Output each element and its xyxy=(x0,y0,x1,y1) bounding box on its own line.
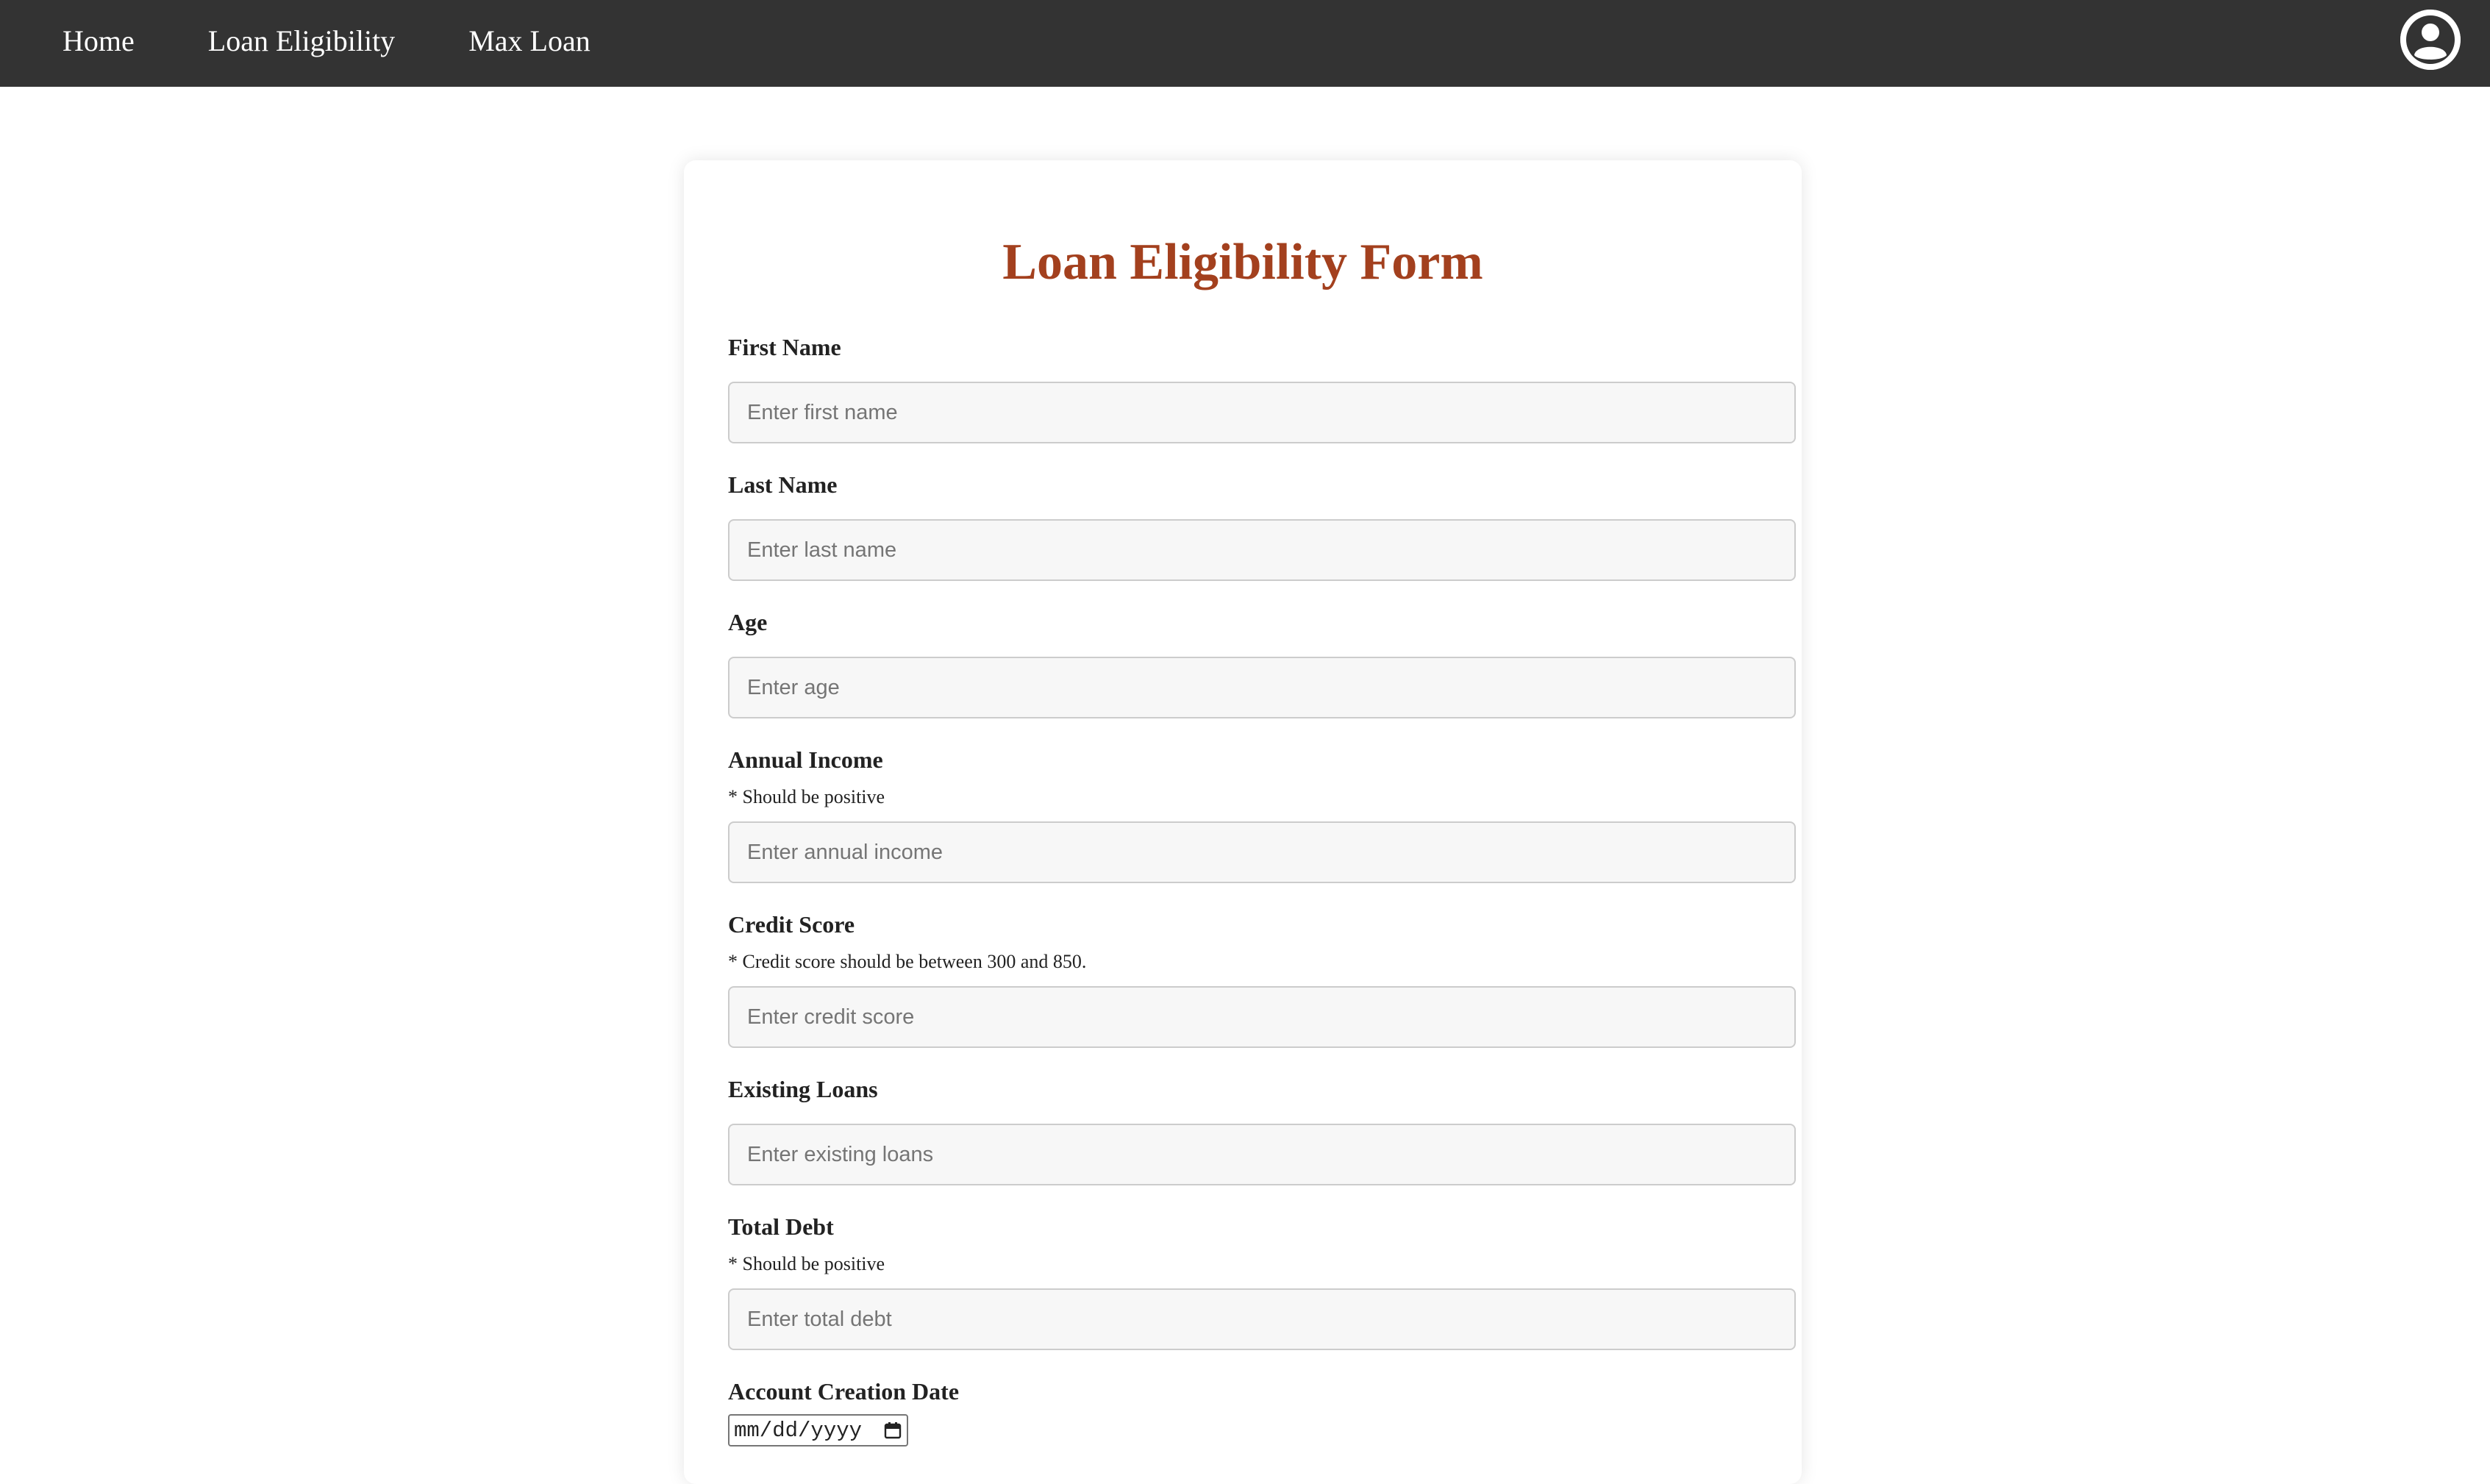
first-name-input[interactable] xyxy=(728,382,1796,443)
credit-score-note: * Credit score should be between 300 and… xyxy=(728,951,1087,972)
nav-link-loan-eligibility[interactable]: Loan Eligibility xyxy=(208,24,395,58)
form-title: Loan Eligibility Form xyxy=(1002,234,1483,290)
total-debt-note: * Should be positive xyxy=(728,1253,885,1274)
annual-income-input[interactable] xyxy=(728,821,1796,883)
user-avatar-button[interactable] xyxy=(2400,10,2461,70)
total-debt-input[interactable] xyxy=(728,1288,1796,1350)
last-name-input[interactable] xyxy=(728,519,1796,581)
loan-eligibility-form: Loan Eligibility Form First Name Last Na… xyxy=(684,160,1802,1484)
credit-score-label: Credit Score xyxy=(728,911,855,938)
top-navbar: Home Loan Eligibility Max Loan xyxy=(0,0,2490,87)
last-name-label: Last Name xyxy=(728,471,838,498)
annual-income-label: Annual Income xyxy=(728,746,883,773)
date-input-value: mm/dd/yyyy xyxy=(734,1418,863,1443)
first-name-label: First Name xyxy=(728,334,841,360)
existing-loans-input[interactable] xyxy=(728,1124,1796,1185)
credit-score-input[interactable] xyxy=(728,986,1796,1048)
user-circle-icon xyxy=(2400,10,2461,70)
total-debt-label: Total Debt xyxy=(728,1213,834,1240)
nav-link-max-loan[interactable]: Max Loan xyxy=(468,24,591,58)
nav-links: Home Loan Eligibility Max Loan xyxy=(63,0,664,81)
account-creation-date-input[interactable]: mm/dd/yyyy xyxy=(728,1414,908,1446)
calendar-icon[interactable] xyxy=(883,1421,902,1440)
annual-income-note: * Should be positive xyxy=(728,786,885,807)
age-label: Age xyxy=(728,609,768,635)
age-input[interactable] xyxy=(728,657,1796,718)
account-creation-date-label: Account Creation Date xyxy=(728,1378,960,1405)
existing-loans-label: Existing Loans xyxy=(728,1076,878,1102)
nav-link-home[interactable]: Home xyxy=(63,24,135,58)
